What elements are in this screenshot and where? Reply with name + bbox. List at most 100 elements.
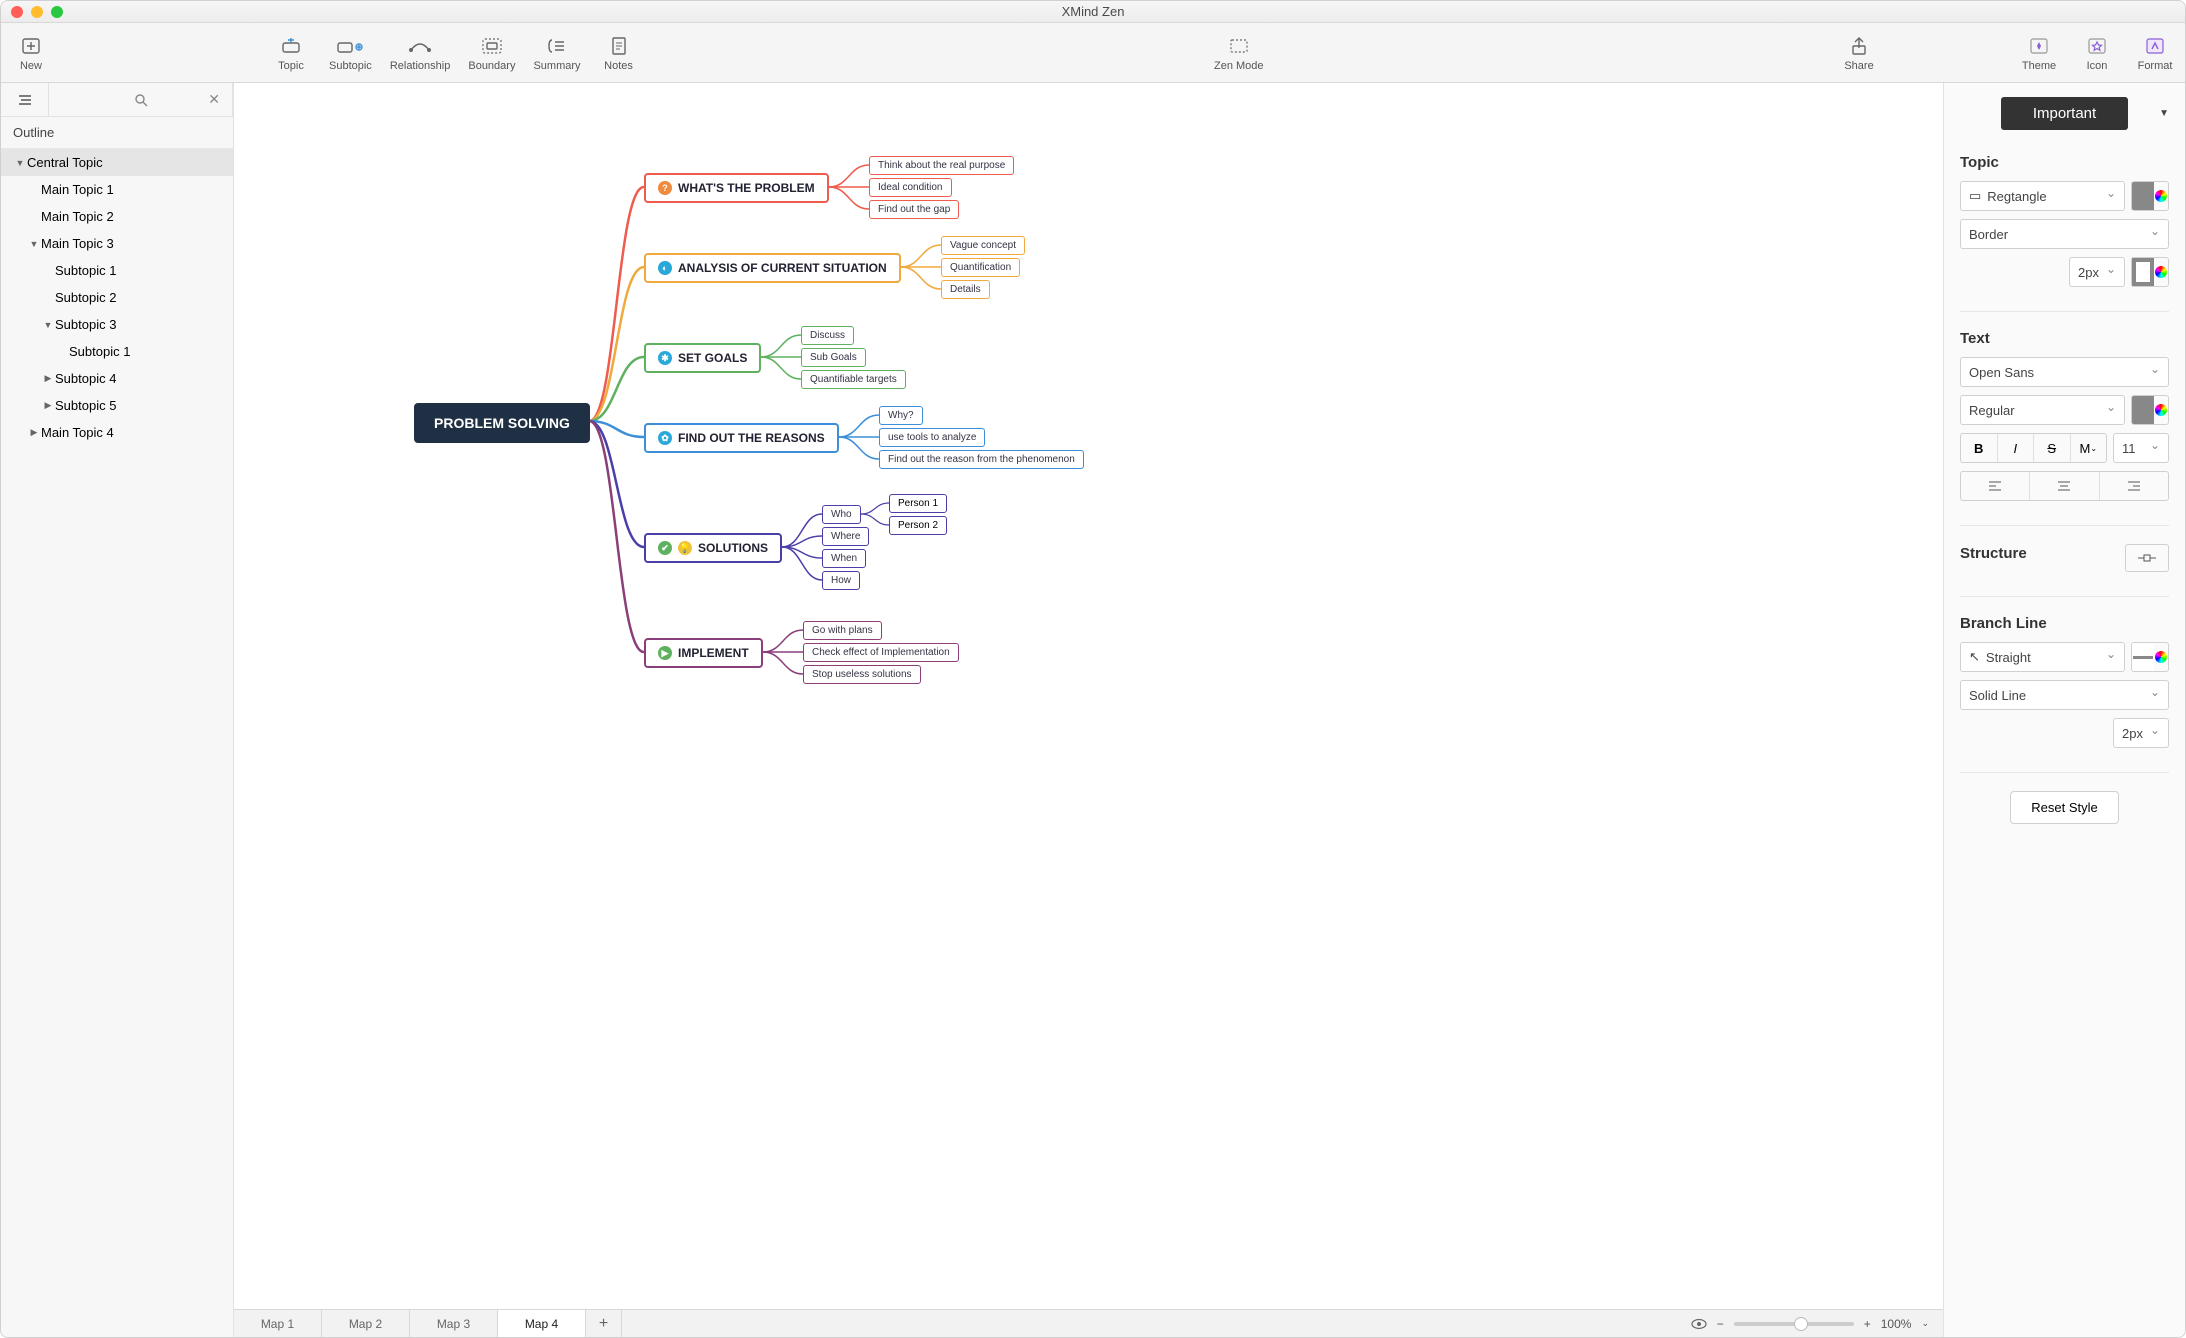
relationship-button[interactable]: Relationship bbox=[390, 34, 451, 72]
leaf-node[interactable]: use tools to analyze bbox=[879, 428, 985, 447]
summary-icon bbox=[543, 34, 571, 58]
branch-node[interactable]: ▶IMPLEMENT bbox=[644, 638, 763, 668]
shape-select[interactable]: ▭Regtangle bbox=[1960, 181, 2125, 211]
outline-item[interactable]: Main Topic 1 bbox=[1, 176, 233, 203]
map-tab[interactable]: Map 3 bbox=[410, 1310, 498, 1337]
node-icon: ✔ bbox=[658, 541, 672, 555]
align-center[interactable] bbox=[2030, 472, 2099, 500]
format-button[interactable]: Format bbox=[2135, 34, 2175, 72]
font-size-select[interactable]: 11 bbox=[2113, 433, 2169, 463]
topic-button[interactable]: Topic bbox=[271, 34, 311, 72]
leaf-node[interactable]: Find out the gap bbox=[869, 200, 959, 219]
text-color[interactable] bbox=[2131, 395, 2169, 425]
icon-button[interactable]: Icon bbox=[2077, 34, 2117, 72]
new-button[interactable]: New bbox=[11, 34, 51, 72]
boundary-button[interactable]: Boundary bbox=[468, 34, 515, 72]
eye-icon[interactable] bbox=[1691, 1318, 1707, 1330]
branch-node[interactable]: ◐ANALYSIS OF CURRENT SITUATION bbox=[644, 253, 901, 283]
leaf-node[interactable]: Sub Goals bbox=[801, 348, 866, 367]
leaf-node[interactable]: Vague concept bbox=[941, 236, 1025, 255]
border-width-select[interactable]: 2px bbox=[2069, 257, 2125, 287]
leaf-node[interactable]: Who bbox=[822, 505, 861, 524]
branch-node[interactable]: ✿FIND OUT THE REASONS bbox=[644, 423, 839, 453]
shape-color[interactable] bbox=[2131, 181, 2169, 211]
leaf-node[interactable]: Stop useless solutions bbox=[803, 665, 921, 684]
structure-button[interactable] bbox=[2125, 544, 2169, 572]
outline-item[interactable]: ▶Subtopic 5 bbox=[1, 392, 233, 419]
branch-node[interactable]: ✔💡SOLUTIONS bbox=[644, 533, 782, 563]
leaf-node[interactable]: Quantification bbox=[941, 258, 1020, 277]
share-icon bbox=[1845, 34, 1873, 58]
branch-color[interactable] bbox=[2131, 642, 2169, 672]
maximize-window[interactable] bbox=[51, 6, 63, 18]
outline-item[interactable]: ▼Central Topic bbox=[1, 149, 233, 176]
border-select[interactable]: Border bbox=[1960, 219, 2169, 249]
notes-button[interactable]: Notes bbox=[599, 34, 639, 72]
align-right[interactable] bbox=[2100, 472, 2168, 500]
branch-style-select[interactable]: ↖Straight bbox=[1960, 642, 2125, 672]
subtopic-icon bbox=[336, 34, 364, 58]
leaf-node[interactable]: When bbox=[822, 549, 866, 568]
leaf-node[interactable]: Why? bbox=[879, 406, 923, 425]
zoom-slider[interactable] bbox=[1734, 1322, 1854, 1326]
font-weight-select[interactable]: Regular bbox=[1960, 395, 2125, 425]
subtopic-button[interactable]: Subtopic bbox=[329, 34, 372, 72]
map-tab[interactable]: Map 1 bbox=[234, 1310, 322, 1337]
add-map-tab[interactable]: + bbox=[586, 1310, 622, 1337]
zoom-in[interactable]: + bbox=[1864, 1317, 1871, 1331]
zen-mode-button[interactable]: Zen Mode bbox=[1214, 34, 1264, 72]
border-color[interactable] bbox=[2131, 257, 2169, 287]
format-title-dropdown[interactable]: ▼ bbox=[2159, 108, 2169, 119]
outline-item[interactable]: ▶Main Topic 4 bbox=[1, 419, 233, 446]
root-node[interactable]: PROBLEM SOLVING bbox=[414, 403, 590, 443]
map-tab[interactable]: Map 4 bbox=[498, 1310, 586, 1337]
branch-width-select[interactable]: 2px bbox=[2113, 718, 2169, 748]
branch-line-select[interactable]: Solid Line bbox=[1960, 680, 2169, 710]
bold-button[interactable]: B bbox=[1961, 434, 1998, 462]
close-icon[interactable]: ✕ bbox=[208, 91, 220, 108]
leaf-node[interactable]: Discuss bbox=[801, 326, 854, 345]
outline-item[interactable]: Subtopic 2 bbox=[1, 284, 233, 311]
branch-node[interactable]: ✱SET GOALS bbox=[644, 343, 761, 373]
leaf-node[interactable]: Quantifiable targets bbox=[801, 370, 906, 389]
zoom-dropdown[interactable]: ⌄ bbox=[1921, 1318, 1929, 1329]
theme-button[interactable]: Theme bbox=[2019, 34, 2059, 72]
leaf-node[interactable]: Where bbox=[822, 527, 869, 546]
leaf-node[interactable]: Check effect of Implementation bbox=[803, 643, 959, 662]
branch-node[interactable]: ?WHAT'S THE PROBLEM bbox=[644, 173, 829, 203]
outline-item[interactable]: ▼Main Topic 3 bbox=[1, 230, 233, 257]
node-icon: ▶ bbox=[658, 646, 672, 660]
leaf-node[interactable]: Person 1 bbox=[889, 494, 947, 513]
leaf-node[interactable]: Person 2 bbox=[889, 516, 947, 535]
mindmap-canvas[interactable]: PROBLEM SOLVING ?WHAT'S THE PROBLEM Think … bbox=[234, 83, 1943, 1309]
leaf-node[interactable]: Details bbox=[941, 280, 990, 299]
strike-button[interactable]: S bbox=[2034, 434, 2071, 462]
summary-button[interactable]: Summary bbox=[533, 34, 580, 72]
minimize-window[interactable] bbox=[31, 6, 43, 18]
outline-item[interactable]: ▶Subtopic 4 bbox=[1, 365, 233, 392]
share-button[interactable]: Share bbox=[1839, 34, 1879, 72]
align-left[interactable] bbox=[1961, 472, 2030, 500]
leaf-node[interactable]: Find out the reason from the phenomenon bbox=[879, 450, 1084, 469]
leaf-node[interactable]: Go with plans bbox=[803, 621, 882, 640]
outline-item[interactable]: ▼Subtopic 3 bbox=[1, 311, 233, 338]
leaf-node[interactable]: How bbox=[822, 571, 860, 590]
outline-item[interactable]: Subtopic 1 bbox=[1, 338, 233, 365]
reset-style-button[interactable]: Reset Style bbox=[2010, 791, 2118, 824]
outline-item[interactable]: Main Topic 2 bbox=[1, 203, 233, 230]
font-family-select[interactable]: Open Sans bbox=[1960, 357, 2169, 387]
leaf-node[interactable]: Ideal condition bbox=[869, 178, 952, 197]
node-icon: ◐ bbox=[658, 261, 672, 275]
italic-button[interactable]: I bbox=[1998, 434, 2035, 462]
map-tab[interactable]: Map 2 bbox=[322, 1310, 410, 1337]
leaf-node[interactable]: Think about the real purpose bbox=[869, 156, 1014, 175]
case-button[interactable]: M⌄ bbox=[2071, 434, 2107, 462]
search-tab[interactable]: ✕ bbox=[49, 83, 233, 116]
notes-icon bbox=[605, 34, 633, 58]
topic-section-header: Topic bbox=[1960, 154, 2169, 171]
close-window[interactable] bbox=[11, 6, 23, 18]
zoom-out[interactable]: − bbox=[1717, 1317, 1724, 1331]
format-title[interactable]: Important bbox=[2001, 97, 2128, 130]
outline-tab-icon[interactable] bbox=[1, 83, 49, 116]
outline-item[interactable]: Subtopic 1 bbox=[1, 257, 233, 284]
